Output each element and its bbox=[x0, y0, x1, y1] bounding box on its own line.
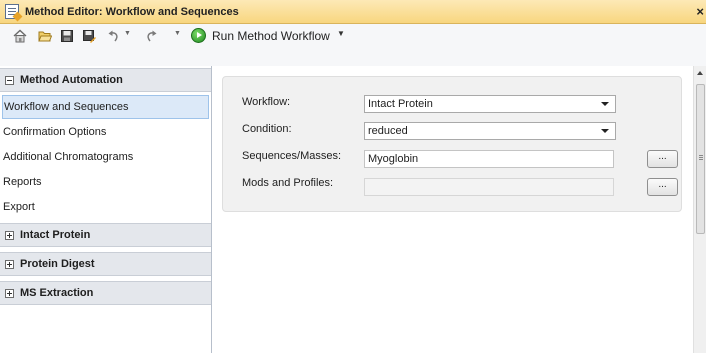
workflow-label: Workflow: bbox=[242, 96, 291, 108]
sidebar: Method Automation Workflow and Sequences… bbox=[0, 66, 212, 353]
save-icon[interactable] bbox=[60, 29, 74, 43]
window-title: Method Editor: Workflow and Sequences bbox=[25, 5, 239, 18]
sidebar-item-reports[interactable]: Reports bbox=[0, 170, 211, 194]
close-button[interactable]: × bbox=[696, 4, 704, 19]
sidebar-item-workflow-and-sequences[interactable]: Workflow and Sequences bbox=[2, 95, 209, 119]
sidebar-item-additional-chromatograms[interactable]: Additional Chromatograms bbox=[0, 145, 211, 169]
section-method-automation[interactable]: Method Automation bbox=[0, 68, 211, 92]
collapse-icon[interactable] bbox=[5, 75, 14, 85]
section-label: MS Extraction bbox=[20, 287, 94, 299]
redo-icon[interactable] bbox=[144, 29, 158, 43]
condition-select[interactable]: reduced bbox=[364, 122, 616, 140]
undo-dropdown-caret-icon[interactable]: ▼ bbox=[124, 30, 131, 37]
workflow-settings-panel: Workflow: Intact Protein Condition: redu… bbox=[222, 76, 682, 212]
folder-open-icon[interactable] bbox=[38, 29, 52, 43]
section-ms-extraction[interactable]: MS Extraction bbox=[0, 281, 211, 305]
title-bar: Method Editor: Workflow and Sequences × bbox=[0, 0, 706, 24]
run-method-workflow-button[interactable]: Run Method Workflow bbox=[212, 29, 330, 43]
sequences-browse-button[interactable]: ... bbox=[647, 150, 678, 168]
section-label: Method Automation bbox=[20, 74, 123, 86]
run-icon[interactable] bbox=[191, 28, 206, 43]
chevron-down-icon[interactable] bbox=[601, 129, 609, 133]
section-label: Protein Digest bbox=[20, 258, 95, 270]
mods-browse-button[interactable]: ... bbox=[647, 178, 678, 196]
mods-and-profiles-label: Mods and Profiles: bbox=[242, 177, 334, 189]
sidebar-item-confirmation-options[interactable]: Confirmation Options bbox=[0, 120, 211, 144]
vertical-scrollbar[interactable] bbox=[693, 66, 706, 353]
save-as-icon[interactable] bbox=[82, 29, 96, 43]
expand-icon[interactable] bbox=[5, 230, 14, 240]
sequences-masses-label: Sequences/Masses: bbox=[242, 150, 342, 162]
run-dropdown-caret-icon[interactable]: ▼ bbox=[337, 29, 345, 38]
undo-icon[interactable] bbox=[107, 29, 121, 43]
sidebar-item-export[interactable]: Export bbox=[0, 195, 211, 219]
home-icon[interactable] bbox=[13, 29, 27, 43]
editor-area: Workflow: Intact Protein Condition: redu… bbox=[213, 66, 693, 353]
sequences-masses-input[interactable] bbox=[364, 150, 614, 168]
workflow-value: Intact Protein bbox=[368, 98, 433, 110]
grip-icon bbox=[699, 155, 703, 156]
mods-and-profiles-input[interactable] bbox=[364, 178, 614, 196]
section-intact-protein[interactable]: Intact Protein bbox=[0, 223, 211, 247]
scroll-up-arrow-icon[interactable] bbox=[697, 71, 703, 75]
method-document-icon bbox=[5, 4, 19, 19]
workflow-select[interactable]: Intact Protein bbox=[364, 95, 616, 113]
chevron-down-icon[interactable] bbox=[601, 102, 609, 106]
scrollbar-thumb[interactable] bbox=[696, 84, 705, 234]
condition-label: Condition: bbox=[242, 123, 292, 135]
condition-value: reduced bbox=[368, 125, 408, 137]
section-protein-digest[interactable]: Protein Digest bbox=[0, 252, 211, 276]
section-label: Intact Protein bbox=[20, 229, 91, 241]
expand-icon[interactable] bbox=[5, 288, 14, 298]
redo-dropdown-caret-icon[interactable]: ▼ bbox=[174, 30, 181, 37]
toolbar: ▼ ▼ Run Method Workflow ▼ bbox=[0, 24, 706, 66]
expand-icon[interactable] bbox=[5, 259, 14, 269]
